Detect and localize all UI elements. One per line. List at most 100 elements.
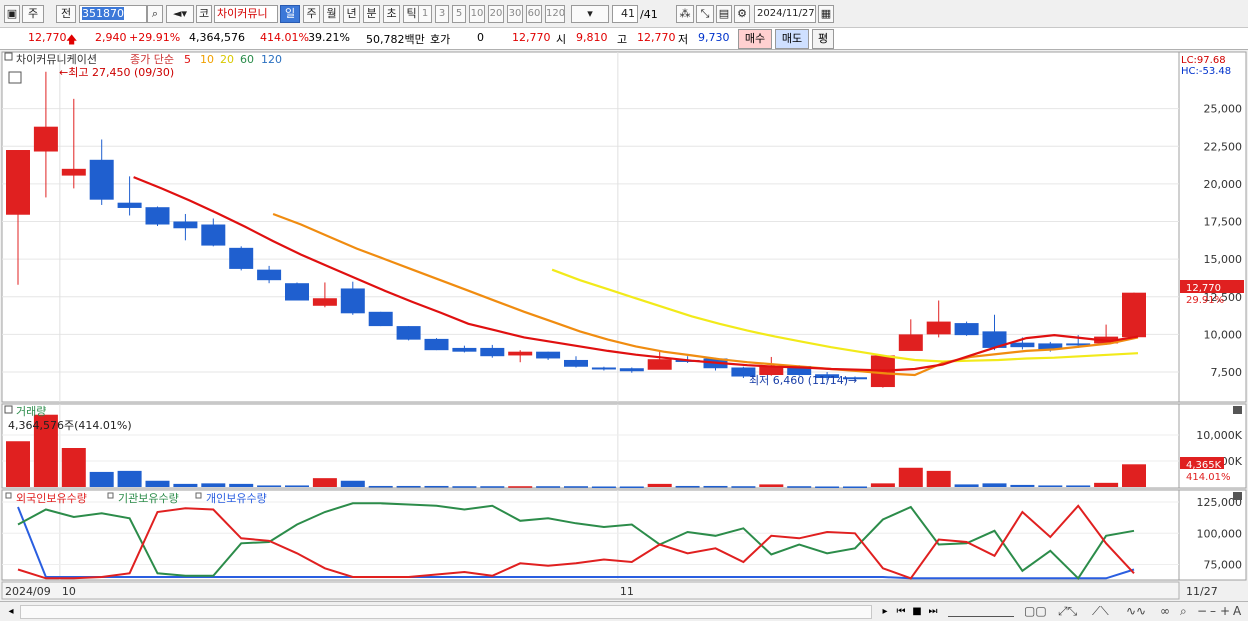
high-label: 고 xyxy=(617,33,628,46)
price-tick-label: 20,000 xyxy=(1204,178,1243,191)
turnover: 39.21% xyxy=(308,31,350,44)
kor-button[interactable]: 코 xyxy=(196,5,212,23)
volume-bar xyxy=(257,485,282,487)
candle-body xyxy=(117,202,142,208)
up-arrow-icon: 🡅 xyxy=(66,33,78,46)
kor-label: 코 xyxy=(198,7,210,20)
interval-tab-20[interactable]: 20 xyxy=(488,5,504,23)
zoom-icon[interactable]: ⌕ xyxy=(1180,604,1187,619)
forward-icon[interactable]: ⏭ xyxy=(926,605,940,619)
current-price: 12,770 xyxy=(28,31,67,44)
interval-tab-1[interactable]: 1 xyxy=(418,5,432,23)
buy-label: 매수 xyxy=(744,32,766,45)
sell-label: 매도 xyxy=(781,32,803,45)
link-tool-icon[interactable]: ∞ xyxy=(1160,604,1170,618)
volume-bar xyxy=(926,470,951,487)
candle-body xyxy=(6,150,30,215)
candle-body xyxy=(145,207,170,225)
minus-icon[interactable]: − xyxy=(1197,604,1207,618)
interval-tab-30[interactable]: 30 xyxy=(507,5,523,23)
x-axis xyxy=(1,581,1180,600)
stock-name-field[interactable]: 차이커뮤니 xyxy=(214,5,278,23)
date-input[interactable]: 2024/11/27 xyxy=(754,5,816,23)
volume-bar xyxy=(229,483,254,487)
interval-tab-120[interactable]: 120 xyxy=(545,5,565,23)
volume-badge-value: 4,365K xyxy=(1186,460,1222,471)
period-tab-3[interactable]: 년 xyxy=(343,5,360,23)
scroll-right-icon[interactable]: ▸ xyxy=(878,605,892,619)
zoom-slider[interactable] xyxy=(948,607,1014,617)
font-icon[interactable]: A xyxy=(1233,604,1241,618)
price-tick-label: 17,500 xyxy=(1204,216,1243,229)
volume-bar xyxy=(619,486,644,488)
candle-body xyxy=(564,359,588,367)
candle-body xyxy=(954,323,979,336)
layout-tool-icon[interactable]: ▢▢ xyxy=(1024,604,1047,618)
toolbar: ▣ 주 전 351870 ⌕ ◄▾ 코 차이커뮤니 ▾ 41 /41 ⁂ ⤡ ▤… xyxy=(0,0,1248,28)
period-tab-0[interactable]: 일 xyxy=(280,5,300,23)
fan-tool-icon[interactable]: ⟋⟍ xyxy=(1092,604,1109,619)
search-icon[interactable]: ⌕ xyxy=(147,5,163,23)
date-value: 2024/11/27 xyxy=(757,8,815,19)
gear-icon[interactable]: ⚙ xyxy=(734,5,750,23)
wave-tool-icon[interactable]: ∿∿ xyxy=(1126,604,1146,618)
trend-tool-icon[interactable]: ⤢⤡ xyxy=(1058,604,1077,619)
ma-label-60: 60 xyxy=(240,53,254,66)
chart-window: ▣ 주 전 351870 ⌕ ◄▾ 코 차이커뮤니 ▾ 41 /41 ⁂ ⤡ ▤… xyxy=(0,0,1248,621)
price-tick-label: 15,000 xyxy=(1204,253,1243,266)
candle-body xyxy=(898,334,923,351)
scroll-left-icon[interactable]: ◂ xyxy=(4,605,18,619)
layout-icon[interactable]: ▣ xyxy=(4,5,20,23)
period-tab-1[interactable]: 주 xyxy=(303,5,320,23)
trade-amount: 50,782백만 xyxy=(366,33,425,46)
interval-tab-60[interactable]: 60 xyxy=(526,5,542,23)
candle-body xyxy=(619,368,644,372)
period-tab-5[interactable]: 초 xyxy=(383,5,400,23)
calendar-icon[interactable]: ▦ xyxy=(818,5,834,23)
volume-bar xyxy=(759,484,784,487)
speaker-icon[interactable]: ◄▾ xyxy=(166,5,194,23)
save-icon[interactable]: ▤ xyxy=(716,5,732,23)
compare-icon[interactable]: ⁂ xyxy=(676,5,694,23)
draw-tool-icon[interactable]: ⤡ xyxy=(696,5,714,23)
open-label: 시 xyxy=(556,33,567,46)
candle-body xyxy=(1010,342,1035,348)
candle-body xyxy=(61,168,86,176)
sell-button[interactable]: 매도 xyxy=(775,29,809,49)
volume-bar xyxy=(870,483,895,487)
count-input[interactable]: 41 xyxy=(612,5,638,23)
rewind-icon[interactable]: ⏮ xyxy=(894,605,908,619)
count-total: /41 xyxy=(640,8,658,21)
low-value: 9,730 xyxy=(698,31,730,44)
buy-button[interactable]: 매수 xyxy=(738,29,772,49)
volume-bar xyxy=(1122,464,1146,487)
plus-icon[interactable]: + xyxy=(1220,604,1230,618)
interval-dropdown[interactable]: ▾ xyxy=(571,5,609,23)
change-pct: +29.91% xyxy=(129,31,181,44)
volume-bar xyxy=(89,471,114,487)
holdings-tick-label: 100,000 xyxy=(1197,527,1243,540)
dash-icon[interactable]: – xyxy=(1210,604,1216,618)
volume-bar xyxy=(787,486,812,488)
interval-tab-3[interactable]: 3 xyxy=(435,5,449,23)
prev-button[interactable]: 전 xyxy=(56,5,76,23)
hc-label: HC:-53.48 xyxy=(1181,66,1231,77)
period-tab-4[interactable]: 분 xyxy=(363,5,380,23)
volume-bar xyxy=(1094,482,1119,487)
volume-bar xyxy=(6,441,30,487)
interval-tab-10[interactable]: 10 xyxy=(469,5,485,23)
period-type-select[interactable]: 주 xyxy=(22,5,44,23)
code-input[interactable]: 351870 xyxy=(79,5,147,23)
scroll-track[interactable] xyxy=(20,605,872,619)
price-tick-label: 25,000 xyxy=(1204,103,1243,116)
candle-body xyxy=(508,351,533,356)
candle-body xyxy=(536,351,561,359)
candle-body xyxy=(257,269,282,281)
candle-body xyxy=(312,298,337,306)
interval-tab-5[interactable]: 5 xyxy=(452,5,466,23)
price-tick-label: 7,500 xyxy=(1211,366,1243,379)
eval-button[interactable]: 평 xyxy=(812,29,834,49)
volume-bar xyxy=(982,483,1007,487)
stop-icon[interactable]: ■ xyxy=(910,605,924,619)
period-tab-2[interactable]: 월 xyxy=(323,5,340,23)
